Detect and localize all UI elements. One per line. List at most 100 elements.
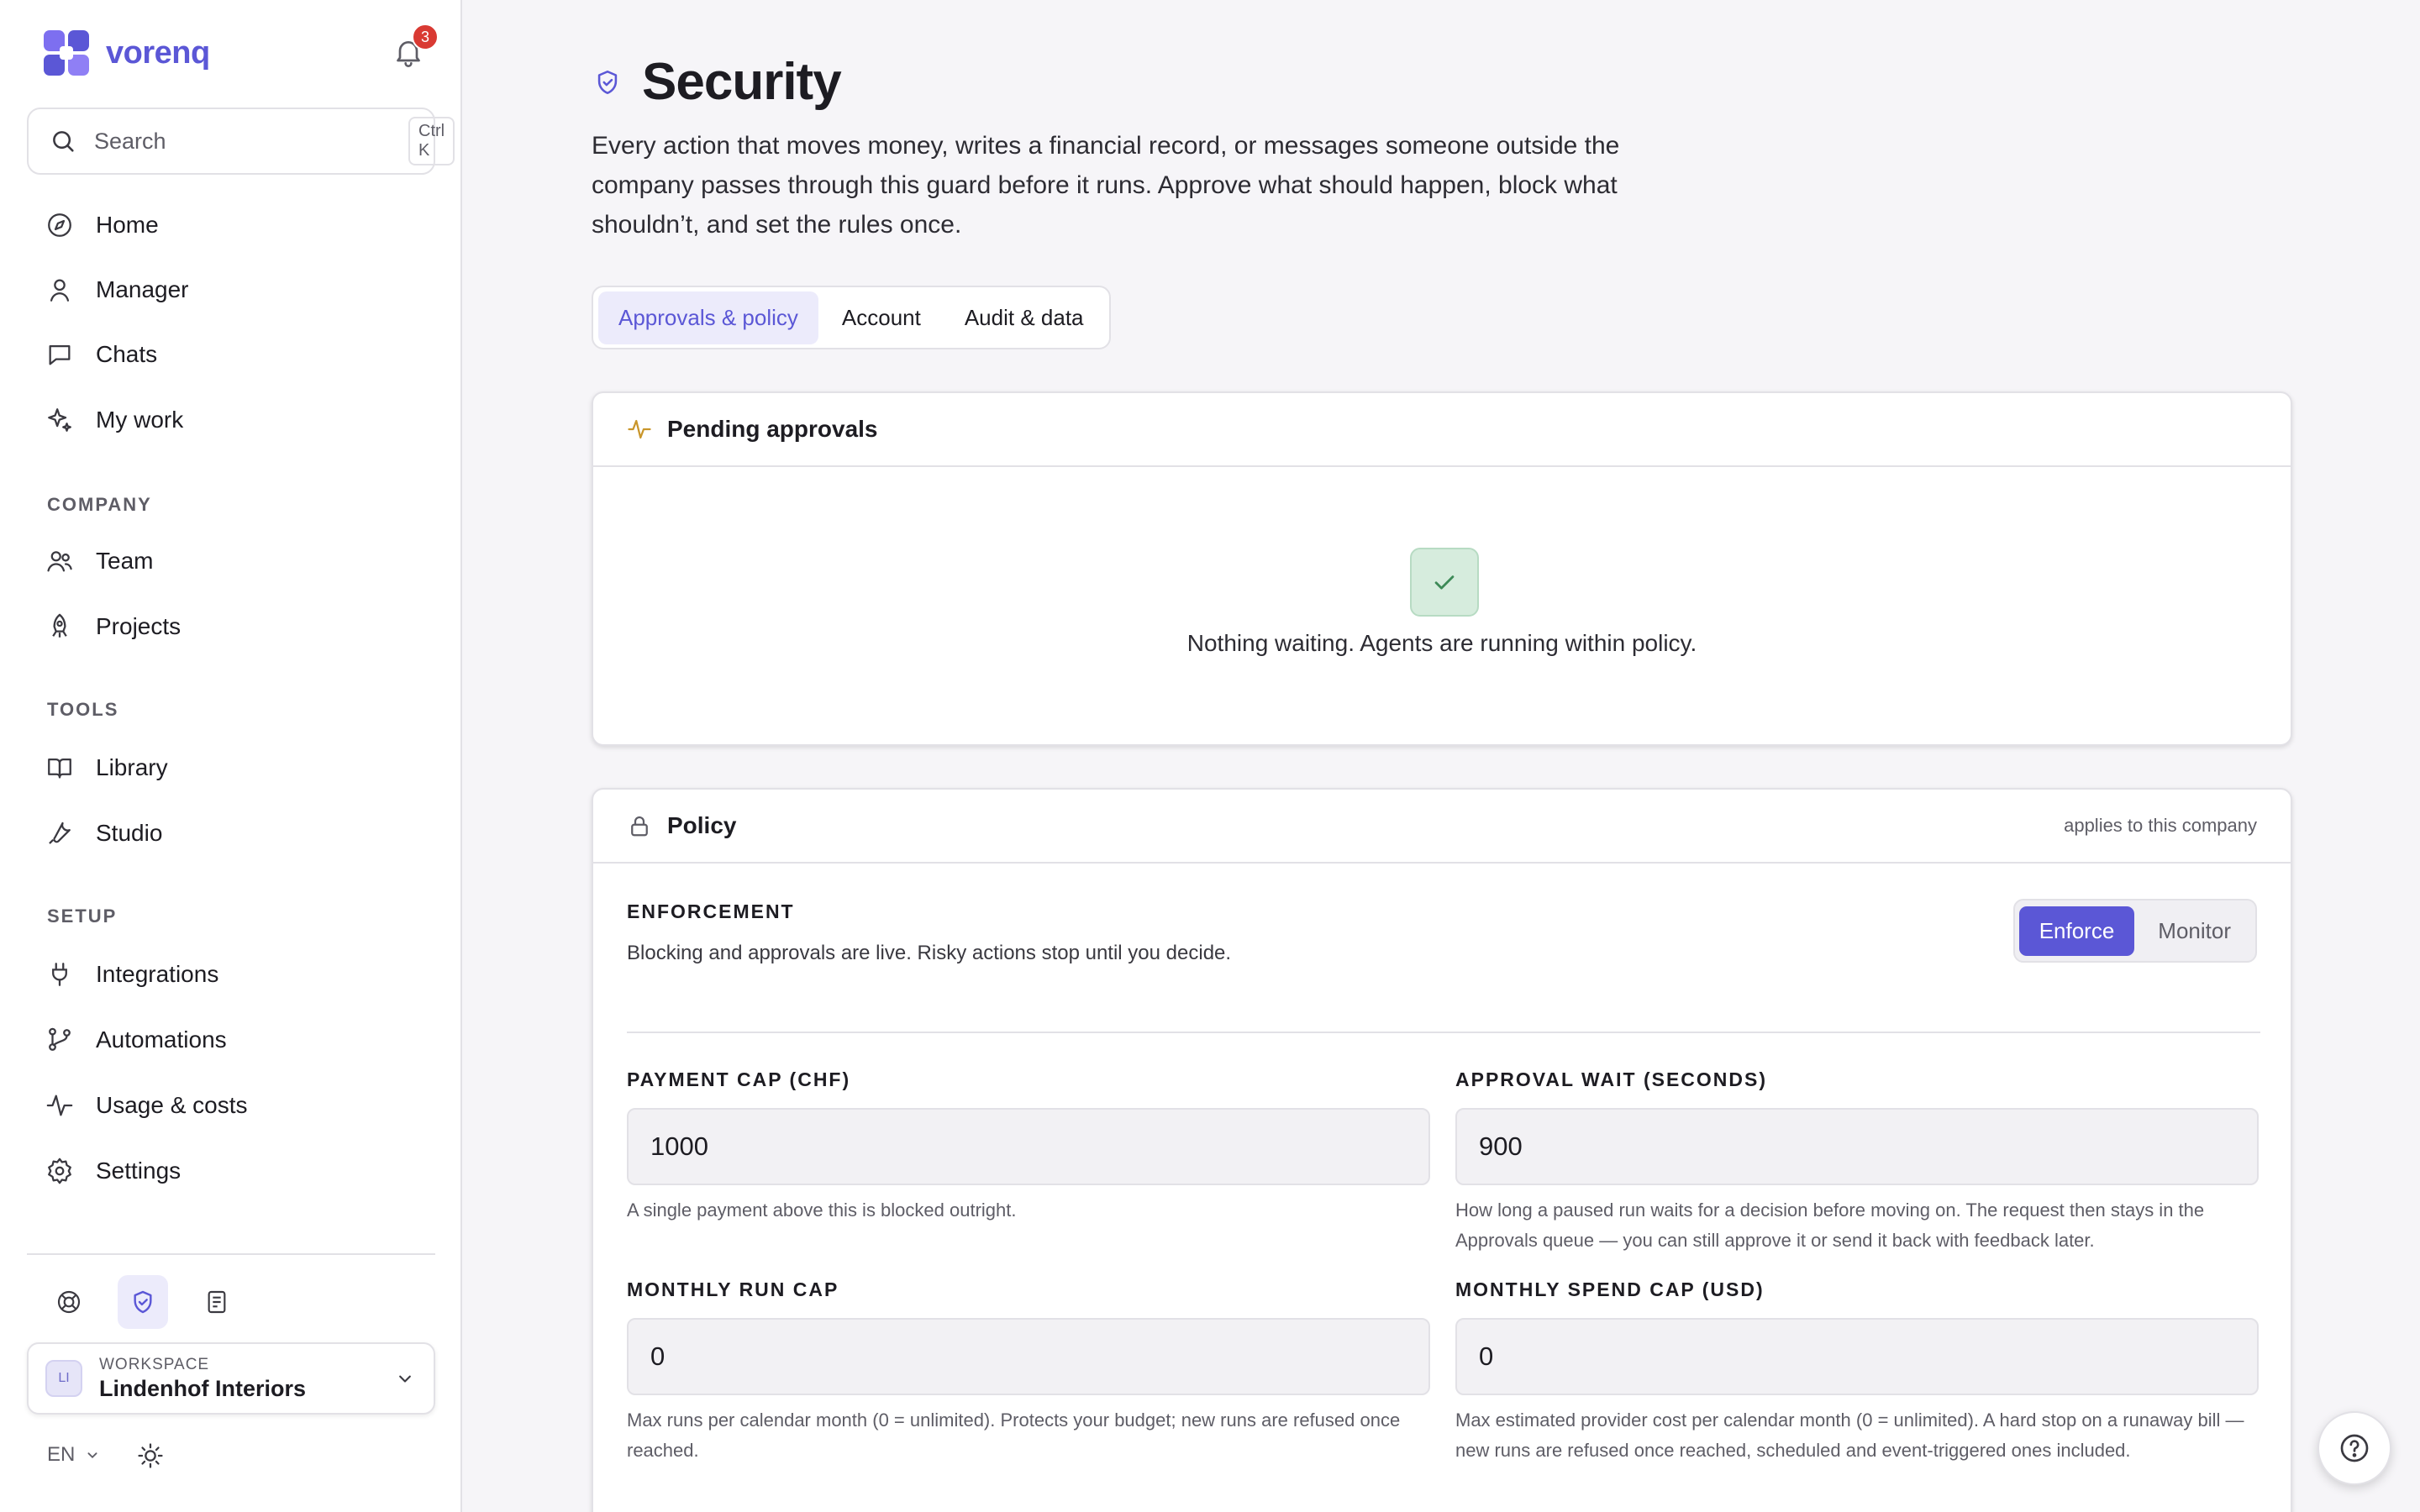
nav-label: My work [96,407,184,433]
document-icon [208,1290,226,1314]
nav-item-manager[interactable]: Manager [30,263,432,317]
plug-icon [52,963,67,986]
tab-bar: Approvals & policy Account Audit & data [592,286,1111,349]
pending-approvals-header: Pending approvals [593,393,2291,467]
sidebar-divider [27,1253,435,1255]
monthly-spend-cap-input[interactable] [1455,1318,2259,1395]
sparkle-icon [48,408,71,432]
approval-wait-hint: How long a paused run waits for a decisi… [1455,1200,2205,1251]
chevron-down-icon [87,1452,97,1459]
activity-icon [628,419,651,439]
workspace-label: WORKSPACE [99,1355,210,1373]
tab-audit-data[interactable]: Audit & data [944,291,1104,344]
monitor-mode-button[interactable]: Monitor [2138,906,2251,956]
nav-label: Team [96,548,154,574]
nav-label: Projects [96,613,182,639]
monthly-run-cap-label: MONTHLY RUN CAP [627,1278,839,1300]
notification-count-badge: 3 [412,24,439,50]
vorenq-logo-icon [44,30,89,76]
nav-item-library[interactable]: Library [30,741,432,795]
nav-item-studio[interactable]: Studio [30,806,432,860]
monthly-spend-cap-label: MONTHLY SPEND CAP (USD) [1455,1278,1765,1300]
tab-approvals-policy[interactable]: Approvals & policy [598,291,818,344]
compass-icon [48,213,71,237]
lifebuoy-icon [57,1290,81,1314]
book-icon [48,758,71,779]
workspace-switcher[interactable]: LI WORKSPACE Lindenhof Interiors [27,1342,435,1415]
language-label: EN [47,1443,76,1466]
search-box[interactable]: Ctrl K [27,108,455,175]
security-shortcut-button[interactable] [118,1275,168,1329]
nav-label: Automations [96,1026,227,1053]
payment-cap-input[interactable] [627,1108,1430,1185]
notifications-button[interactable]: 3 [392,24,439,69]
help-center-button[interactable] [44,1275,94,1329]
nav-label: Library [96,754,168,780]
nav-item-chats[interactable]: Chats [30,328,432,381]
theme-toggle-button[interactable] [136,1441,165,1470]
page-title: Security [642,53,842,111]
chat-icon [49,344,71,365]
nav-item-my-work[interactable]: My work [30,393,432,447]
search-shortcut-hint: Ctrl K [408,117,455,165]
search-icon [53,131,74,152]
page-header: Security [593,52,842,112]
rocket-icon [52,613,67,638]
gear-icon [48,1158,71,1184]
search-input[interactable] [94,128,392,155]
person-icon [50,279,70,302]
monthly-run-cap-input[interactable] [627,1318,1430,1395]
nav-label: Integrations [96,961,219,987]
help-button[interactable] [2317,1411,2391,1485]
enforcement-mode-toggle: Enforce Monitor [2012,899,2257,963]
nav-item-usage-costs[interactable]: Usage & costs [30,1079,432,1132]
nav-item-settings[interactable]: Settings [30,1144,432,1198]
brand-name: vorenq [106,34,210,71]
policy-card: Policy applies to this company ENFORCEME… [592,788,2292,1512]
enforcement-label: ENFORCEMENT [627,900,795,922]
sun-icon [138,1443,163,1468]
tab-account[interactable]: Account [822,291,941,344]
branch-icon [49,1027,71,1051]
nav-label: Chats [96,341,158,367]
nav-item-projects[interactable]: Projects [30,600,432,654]
nav-item-integrations[interactable]: Integrations [30,948,432,1001]
chevron-down-icon [399,1375,411,1383]
payment-cap-field: PAYMENT CAP (CHF) A single payment above… [627,1068,1430,1226]
empty-state-text: Nothing waiting. Agents are running with… [1186,630,1697,656]
enforce-mode-button[interactable]: Enforce [2018,906,2135,956]
main-content: Security Every action that moves money, … [464,0,2420,1512]
brand[interactable]: vorenq [42,25,210,81]
empty-state-badge [1410,548,1479,617]
users-icon [47,551,72,572]
nav-item-automations[interactable]: Automations [30,1013,432,1067]
lock-icon [631,816,648,837]
documents-button[interactable] [192,1275,242,1329]
nav-label: Studio [96,820,163,846]
monthly-spend-cap-field: MONTHLY SPEND CAP (USD) Max estimated pr… [1455,1278,2259,1466]
approval-wait-input[interactable] [1455,1108,2259,1185]
payment-cap-label: PAYMENT CAP (CHF) [627,1068,851,1090]
activity-icon [46,1095,73,1116]
workspace-name: Lindenhof Interiors [99,1375,306,1401]
enforcement-description: Blocking and approvals are live. Risky a… [627,942,1232,964]
language-selector[interactable]: EN [47,1443,102,1467]
approval-wait-field: APPROVAL WAIT (SECONDS) How long a pause… [1455,1068,2259,1256]
sidebar-quick-actions [44,1275,242,1329]
policy-divider [627,1032,2260,1033]
nav-section-tools: TOOLS [47,699,119,720]
policy-scope-note: applies to this company [2064,815,2257,836]
nav-item-team[interactable]: Team [30,534,432,588]
policy-header: Policy applies to this company [593,790,2291,864]
nav-label: Usage & costs [96,1092,248,1118]
sidebar: vorenq 3 Ctrl K Home Manager Chats My wo… [0,0,462,1512]
nav-label: Manager [96,276,189,302]
nav-item-home[interactable]: Home [30,198,432,252]
monthly-run-cap-field: MONTHLY RUN CAP Max runs per calendar mo… [627,1278,1430,1466]
nav-label: Settings [96,1158,182,1184]
nav-section-company: COMPANY [47,494,152,515]
workspace-text: WORKSPACE Lindenhof Interiors [99,1356,376,1402]
pending-approvals-title: Pending approvals [667,416,878,442]
nav-label: Home [96,212,159,238]
nav-section-setup: SETUP [47,906,118,927]
